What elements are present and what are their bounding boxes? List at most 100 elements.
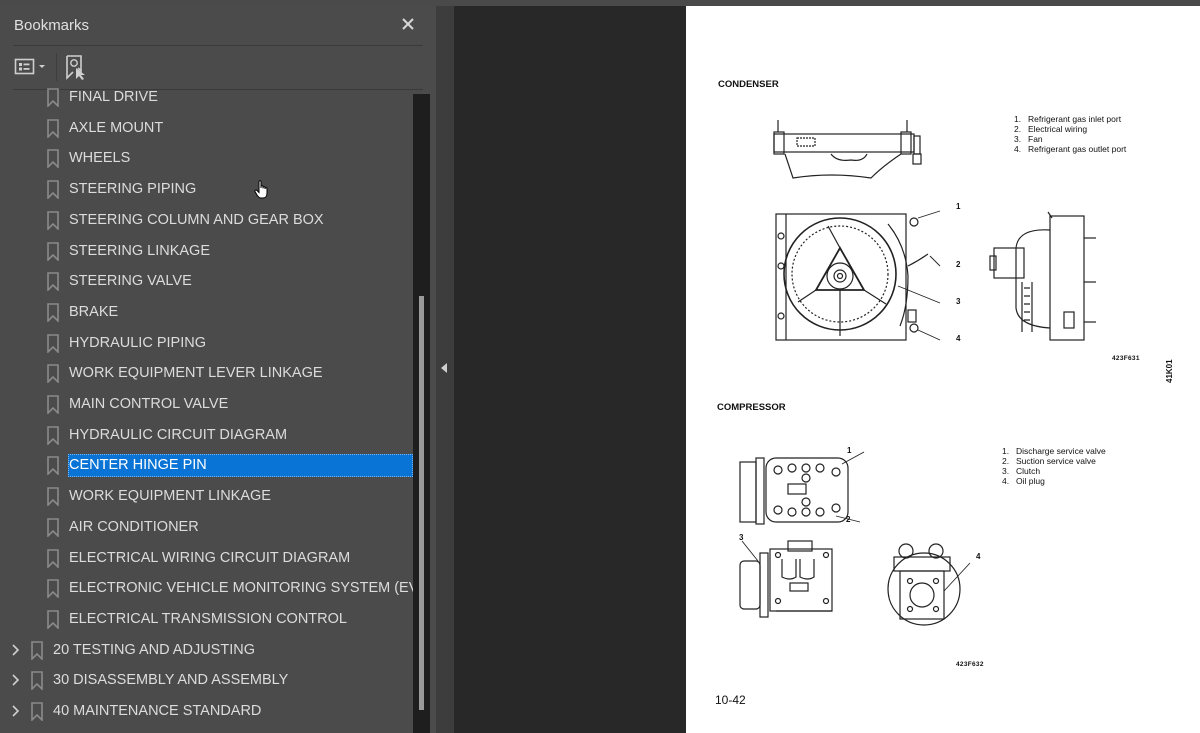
close-panel-button[interactable]: [398, 14, 418, 34]
compressor-legend: 1. Discharge service valve 2. Suction serv…: [1002, 446, 1106, 486]
bookmark-icon: [31, 702, 43, 721]
bookmark-label: HYDRAULIC PIPING: [69, 334, 206, 351]
compressor-side-view-drawing: [739, 540, 833, 618]
bookmark-item[interactable]: STEERING VALVE: [0, 266, 413, 296]
bookmark-label: ELECTRICAL TRANSMISSION CONTROL: [69, 610, 347, 627]
bookmark-item[interactable]: 30 DISASSEMBLY AND ASSEMBLY: [0, 665, 413, 695]
callout-label: 3: [739, 533, 744, 542]
expand-chevron-icon[interactable]: [10, 643, 22, 657]
bookmark-item[interactable]: STEERING COLUMN AND GEAR BOX: [0, 205, 413, 235]
bookmark-item[interactable]: HYDRAULIC CIRCUIT DIAGRAM: [0, 420, 413, 450]
bookmark-icon: [47, 210, 59, 230]
bookmark-label: CENTER HINGE PIN: [68, 454, 413, 478]
legend-item: 4. Oil plug: [1002, 476, 1045, 486]
bookmark-icon: [47, 487, 59, 507]
bookmark-item[interactable]: ELECTRONIC VEHICLE MONITORING SYSTEM (EV…: [0, 573, 413, 603]
bookmark-item[interactable]: WORK EQUIPMENT LEVER LINKAGE: [0, 358, 413, 388]
find-current-bookmark-button[interactable]: [64, 53, 90, 81]
bookmark-icon: [47, 610, 59, 629]
bookmark-label: AXLE MOUNT: [69, 119, 164, 136]
bookmark-label: STEERING COLUMN AND GEAR BOX: [69, 211, 324, 228]
callout-label: 4: [956, 334, 961, 343]
bookmark-icon: [47, 333, 59, 353]
figure-code: 423F631: [1112, 355, 1140, 362]
bookmark-label: FINAL DRIVE: [69, 89, 158, 105]
hand-cursor-icon: [254, 180, 268, 199]
bookmark-label: STEERING LINKAGE: [69, 242, 211, 259]
expand-chevron-icon[interactable]: [10, 673, 22, 687]
bookmark-icon: [47, 395, 59, 414]
bookmark-icon: [47, 241, 59, 261]
bookmark-item[interactable]: MAIN CONTROL VALVE: [0, 389, 413, 419]
legend-item: 4. Refrigerant gas outlet port: [1014, 144, 1127, 154]
legend-item: 1. Refrigerant gas inlet port: [1014, 114, 1122, 124]
bookmark-item[interactable]: 20 TESTING AND ADJUSTING: [0, 635, 413, 665]
bookmark-label: MAIN CONTROL VALVE: [69, 396, 229, 412]
bookmark-icon: [47, 364, 59, 384]
bookmark-label: WORK EQUIPMENT LEVER LINKAGE: [69, 365, 323, 382]
page-number: 10-42: [715, 693, 746, 707]
side-code: 41K01: [1165, 359, 1174, 383]
bookmark-item[interactable]: ELECTRICAL TRANSMISSION CONTROL: [0, 604, 413, 634]
bookmark-item[interactable]: FINAL DRIVE: [0, 84, 413, 112]
condenser-top-view-drawing: [773, 120, 922, 179]
condenser-side-view-drawing: [989, 211, 1096, 341]
bookmark-icon: [47, 303, 59, 322]
bookmark-icon: [47, 517, 59, 537]
dropdown-caret-icon: [39, 65, 45, 68]
pdf-page: CONDENSER 1. Refrigerant gas inlet port 2…: [686, 6, 1200, 733]
callout-label: 1: [847, 446, 852, 455]
callout-label: 4: [976, 552, 981, 561]
bookmark-item[interactable]: STEERING LINKAGE: [0, 236, 413, 266]
bookmark-label: 20 TESTING AND ADJUSTING: [53, 641, 255, 658]
condenser-legend: 1. Refrigerant gas inlet port 2. Electrica…: [1014, 114, 1126, 154]
bookmark-icon: [47, 456, 59, 476]
bookmark-label: ELECTRICAL WIRING CIRCUIT DIAGRAM: [69, 549, 351, 566]
find-current-bookmark-icon: [66, 55, 85, 80]
bookmark-icon: [47, 149, 59, 169]
bookmark-item[interactable]: WORK EQUIPMENT LINKAGE: [0, 481, 413, 511]
bookmark-icon: [47, 180, 59, 200]
bookmark-item[interactable]: AIR CONDITIONER: [0, 512, 413, 542]
bookmark-label: WHEELS: [69, 150, 131, 167]
legend-item: 2. Electrical wiring: [1014, 124, 1088, 134]
callout-label: 2: [846, 515, 851, 524]
bookmark-icon: [31, 671, 43, 691]
bookmark-scrollbar-thumb[interactable]: [419, 296, 424, 710]
bookmark-icon: [31, 640, 43, 660]
bookmark-item[interactable]: WHEELS: [0, 143, 413, 173]
callout-label: 3: [956, 297, 961, 306]
list-options-icon: [14, 58, 45, 75]
bookmark-icon: [47, 118, 59, 138]
legend-item: 1. Discharge service valve: [1002, 446, 1106, 456]
bookmark-label: 30 DISASSEMBLY AND ASSEMBLY: [53, 672, 289, 689]
bookmark-item[interactable]: CENTER HINGE PIN: [0, 450, 413, 480]
bookmark-tree: FINAL DRIVE AXLE MOUNT WHEELS STEERING PIPI…: [0, 84, 413, 727]
condenser-heading: CONDENSER: [718, 79, 779, 90]
bookmark-label: BRAKE: [69, 303, 119, 320]
bookmark-icon: [47, 579, 59, 599]
legend-item: 2. Suction service valve: [1002, 456, 1096, 466]
bookmark-item[interactable]: HYDRAULIC PIPING: [0, 328, 413, 358]
compressor-heading: COMPRESSOR: [717, 402, 786, 413]
collapse-panel-icon[interactable]: [441, 363, 447, 373]
bookmark-item[interactable]: 40 MAINTENANCE STANDARD: [0, 696, 413, 726]
bookmark-label: HYDRAULIC CIRCUIT DIAGRAM: [69, 426, 288, 443]
close-icon: [402, 18, 414, 30]
bookmark-item[interactable]: ELECTRICAL WIRING CIRCUIT DIAGRAM: [0, 543, 413, 573]
bookmark-item[interactable]: BRAKE: [0, 297, 413, 327]
header-divider: [13, 45, 423, 46]
bookmark-item[interactable]: STEERING PIPING: [0, 174, 413, 204]
bookmark-label: 40 MAINTENANCE STANDARD: [53, 703, 262, 719]
bookmark-label: STEERING PIPING: [69, 181, 197, 198]
bookmark-label: STEERING VALVE: [69, 273, 192, 290]
bookmark-options-button[interactable]: [14, 56, 50, 78]
bookmark-label: AIR CONDITIONER: [69, 518, 199, 535]
bookmark-label: WORK EQUIPMENT LINKAGE: [69, 488, 271, 505]
expand-chevron-icon[interactable]: [10, 704, 22, 718]
compressor-top-view-drawing: [739, 451, 865, 525]
bookmark-item[interactable]: AXLE MOUNT: [0, 113, 413, 143]
figure-code: 423F632: [956, 661, 984, 668]
bookmark-icon: [47, 425, 59, 445]
bookmark-icon: [47, 548, 59, 568]
